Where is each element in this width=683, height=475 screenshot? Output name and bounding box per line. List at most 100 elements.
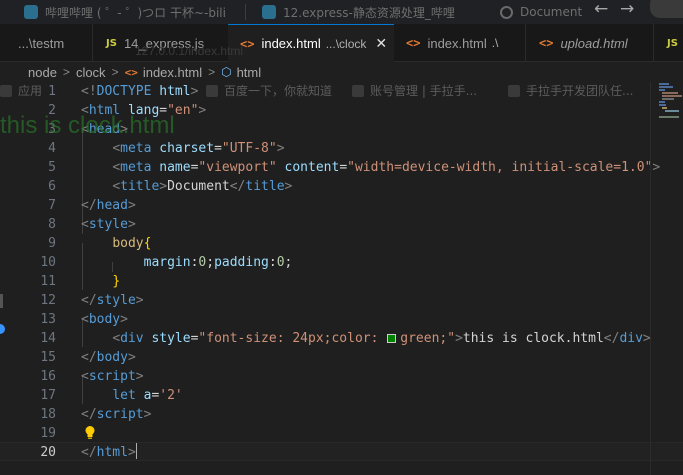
token: content — [284, 160, 340, 175]
close-icon[interactable]: ✕ — [375, 35, 387, 52]
line-number: 9 — [48, 236, 56, 251]
line-number: 12 — [40, 293, 56, 308]
token: > — [135, 369, 144, 384]
line-number: 6 — [48, 179, 56, 194]
element-cube-icon: ⬡ — [221, 65, 232, 79]
browser-tab-express[interactable]: 12.express-静态资源处理_哔哩 — [262, 0, 482, 24]
back-arrow-icon[interactable]: ← — [594, 0, 608, 20]
token: </ — [81, 407, 97, 422]
token: < — [81, 369, 89, 384]
token: Document — [167, 179, 230, 194]
code-text: <script> — [81, 367, 144, 386]
token: DOCTYPE — [96, 84, 152, 99]
browser-tab-bilibili[interactable]: 哔哩哔哩 ( ゜- ゜)つロ 干杯~-bili — [24, 0, 239, 24]
chevron-right-icon: > — [208, 65, 216, 79]
token: meta — [120, 160, 152, 175]
chevron-right-icon: > — [62, 65, 70, 79]
code-line: 10 margin:0;padding:0; — [0, 253, 683, 272]
code-text: <meta charset="UTF-8"> — [81, 139, 284, 158]
sidebar-edge-marker — [0, 294, 3, 308]
code-text: <title>Document</title> — [81, 177, 292, 196]
token: charset — [159, 141, 215, 156]
minimap-line — [659, 83, 669, 85]
token: style — [96, 293, 136, 308]
token: style — [151, 331, 191, 346]
minimap-line — [659, 89, 665, 91]
color-swatch-icon[interactable] — [387, 334, 397, 343]
code-line: 4 <meta charset="UTF-8"> — [0, 139, 683, 158]
tab-label: index.html — [261, 36, 321, 51]
token: let — [112, 388, 136, 403]
code-text: </script> — [81, 405, 151, 424]
line-number: 13 — [40, 312, 56, 327]
tab-index-html-clock[interactable]: <> index.html ...\clock ✕ — [228, 24, 394, 62]
browser-tab-strip: 哔哩哔哩 ( ゜- ゜)つロ 干杯~-bili 12.express-静态资源处… — [0, 0, 683, 24]
token: meta — [120, 141, 152, 156]
token: > — [652, 160, 661, 175]
token: } — [112, 274, 121, 289]
code-line: 14 <div style="font-size: 24px;color: gr… — [0, 329, 683, 348]
token: "UTF-8" — [221, 141, 277, 156]
forward-arrow-icon[interactable]: → — [620, 0, 634, 20]
code-text: <!DOCTYPE html> — [81, 82, 198, 101]
breadcrumb-item-clock[interactable]: clock — [76, 65, 106, 80]
code-text: <style> — [81, 215, 136, 234]
line-number: 16 — [40, 369, 56, 384]
token: div — [619, 331, 643, 346]
token: html — [96, 445, 128, 460]
address-bar-text: 127.0.0.1/index.html — [135, 44, 244, 58]
line-number: 15 — [40, 350, 56, 365]
code-editor[interactable]: 1 <!DOCTYPE html> 2 <html lang="en"> 3 <… — [0, 82, 683, 475]
minimap-line — [659, 101, 665, 103]
breadcrumb-item-node[interactable]: node — [28, 65, 57, 80]
token: </ — [81, 350, 97, 365]
lightbulb-icon[interactable] — [84, 425, 96, 440]
bilibili-icon — [24, 5, 38, 19]
line-number: 11 — [40, 274, 56, 289]
token: = — [214, 141, 222, 156]
browser-tab-document[interactable]: Document — [500, 0, 590, 24]
token: ; — [284, 255, 293, 270]
bilibili-icon — [262, 5, 276, 19]
breadcrumb-item-html[interactable]: html — [237, 65, 262, 80]
tab-testm[interactable]: ...\testm — [0, 24, 92, 62]
line-number: 7 — [48, 198, 56, 213]
html-file-icon: <> — [124, 65, 138, 79]
tab-index-html-root[interactable]: <> index.html .\ — [394, 24, 525, 62]
browser-tab-label: Document — [520, 5, 583, 19]
token: < — [81, 217, 89, 232]
token: this is clock.html — [462, 331, 604, 346]
minimap[interactable] — [656, 82, 683, 122]
minimap-line — [665, 110, 679, 112]
code-text: <body> — [81, 310, 128, 329]
tab-label: upload.html — [560, 35, 628, 51]
token: 0 — [276, 255, 285, 270]
browser-tab-label: 12.express-静态资源处理_哔哩 — [283, 5, 455, 20]
token: > — [198, 103, 207, 118]
minimap-line — [662, 98, 674, 100]
breadcrumb-item-index-html[interactable]: index.html — [143, 65, 202, 80]
scrollbar-edge — [650, 82, 651, 475]
javascript-file-icon: JS — [667, 37, 678, 49]
token: > — [120, 312, 128, 327]
token: > — [284, 179, 293, 194]
token: green; — [400, 331, 448, 346]
token: : — [268, 255, 277, 270]
code-text: body{ — [81, 234, 151, 253]
line-number: 5 — [48, 160, 56, 175]
line-number: 10 — [40, 255, 56, 270]
minimap-line — [659, 116, 679, 118]
line-number: 1 — [48, 84, 56, 99]
code-text: </style> — [81, 291, 144, 310]
token: name — [159, 160, 191, 175]
code-text: <meta name="viewport" content="width=dev… — [81, 158, 660, 177]
code-line: 12 </style> — [0, 291, 683, 310]
tab-upload-html[interactable]: <> upload.html — [525, 24, 653, 62]
tab-description: ...\clock — [325, 36, 367, 51]
address-bar-pill[interactable] — [650, 0, 683, 18]
token: < — [112, 141, 121, 156]
token: '2' — [159, 388, 183, 403]
tab-overflow-js[interactable]: JS — [653, 24, 683, 62]
token: </ — [81, 445, 97, 460]
token: padding — [214, 255, 269, 270]
